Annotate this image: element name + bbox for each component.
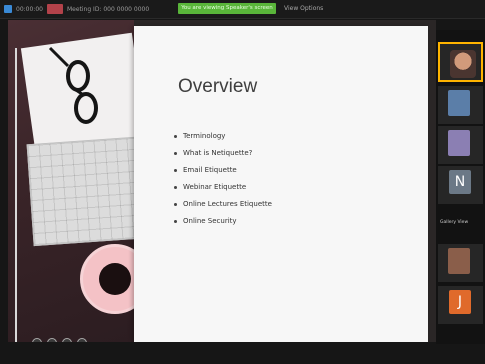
bullet-icon [174,134,177,138]
list-item: Online Security [174,217,272,225]
app-icon [4,5,12,13]
bullet-icon [174,219,177,223]
bullet-text: What is Netiquette? [183,149,253,157]
list-item: Webinar Etiquette [174,183,272,191]
top-bar-left: 00:00:00 Meeting ID: 000 0000 0000 [4,4,149,14]
list-item: Online Lectures Etiquette [174,200,272,208]
list-item: Terminology [174,132,272,140]
participant-video [450,50,476,78]
list-item: Email Etiquette [174,166,272,174]
pen-icon[interactable] [47,338,57,342]
bullet-text: Online Lectures Etiquette [183,200,272,208]
participant-initial: J [449,290,471,314]
participant-tile[interactable]: N [438,166,483,204]
participant-tile[interactable]: J [438,286,483,324]
gallery-label[interactable]: Gallery View [440,220,468,225]
slide-controls [32,338,87,342]
slide-background-photo [8,20,156,342]
presentation-slide: Overview Terminology What is Netiquette?… [134,26,428,342]
list-item: What is Netiquette? [174,149,272,157]
bullet-icon [174,202,177,206]
bullet-text: Online Security [183,217,237,225]
participant-avatar [448,90,470,116]
top-bar: 00:00:00 Meeting ID: 000 0000 0000 You a… [0,0,485,19]
participants-panel: N Gallery View J [436,30,485,344]
participant-tile[interactable] [438,126,483,164]
slide-title: Overview [178,76,258,97]
participant-tile-active-speaker[interactable] [438,42,483,82]
bullet-text: Email Etiquette [183,166,237,174]
bullet-icon [174,151,177,155]
participant-tile[interactable] [438,86,483,124]
slide-bullet-list: Terminology What is Netiquette? Email Et… [174,132,272,234]
record-indicator-icon[interactable] [46,4,63,14]
bullet-text: Webinar Etiquette [183,183,247,191]
meeting-id-text: Meeting ID: 000 0000 0000 [66,5,150,13]
bullet-icon [174,168,177,172]
participant-avatar [448,248,470,274]
glasses-icon [48,46,98,124]
screen-share-banner[interactable]: You are viewing Speaker's screen [178,3,276,14]
photo-divider-line [15,48,17,342]
participant-avatar [448,130,470,156]
shared-screen: Overview Terminology What is Netiquette?… [8,20,436,342]
participant-tile[interactable] [438,244,483,282]
participant-initial: N [449,170,471,194]
bullet-icon [174,185,177,189]
bullet-text: Terminology [183,132,226,140]
zoom-icon[interactable] [62,338,72,342]
view-options-button[interactable]: View Options [284,5,323,12]
timer-text: 00:00:00 [16,5,43,13]
more-options-icon[interactable] [77,338,87,342]
prev-slide-icon[interactable] [32,338,42,342]
